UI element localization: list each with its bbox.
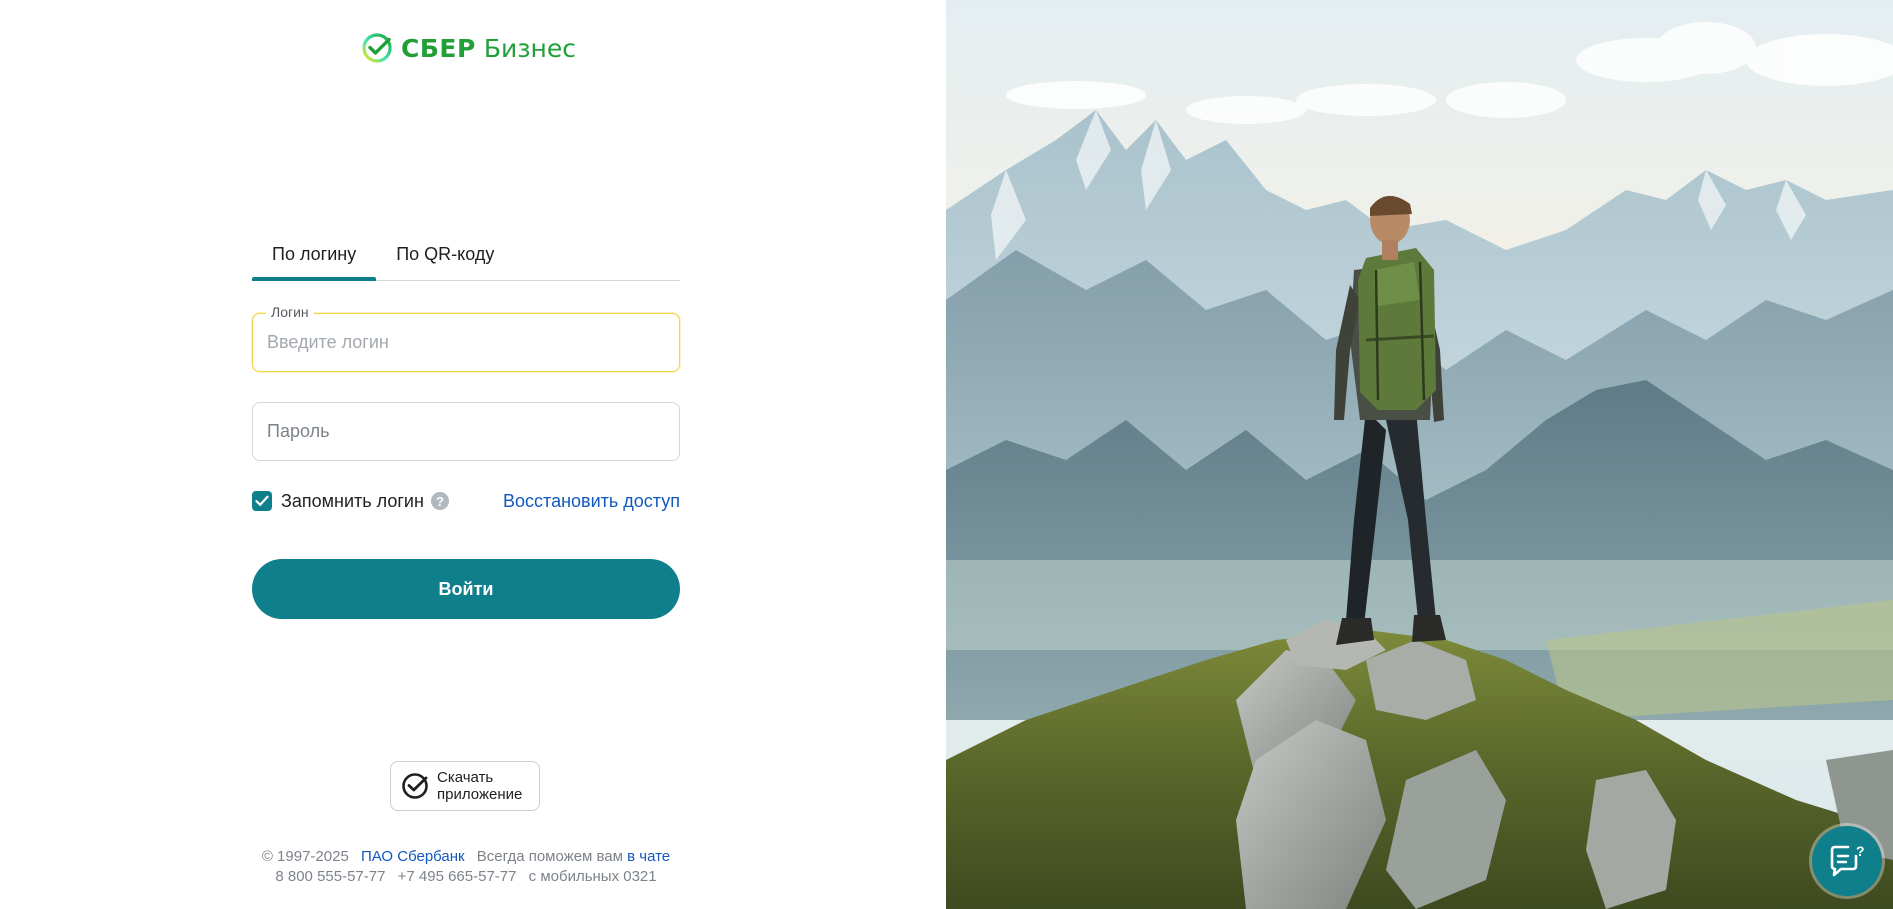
login-form: По логину По QR-коду Логин Запомнить лог… bbox=[252, 232, 680, 619]
download-app-line2: приложение bbox=[437, 786, 523, 803]
copyright: © 1997-2025 bbox=[261, 848, 349, 865]
login-field-wrap: Логин bbox=[252, 304, 680, 372]
company-link[interactable]: ПАО Сбербанк bbox=[361, 848, 465, 865]
download-app-line1: Скачать bbox=[437, 769, 494, 786]
footer-line-2: 8 800 555-57-77 +7 495 665-57-77 с мобил… bbox=[0, 868, 932, 885]
password-field-wrap bbox=[252, 402, 680, 461]
svg-text:?: ? bbox=[1856, 844, 1865, 859]
logo-product-name: Бизнес bbox=[483, 33, 576, 63]
phone-mobile: с мобильных 0321 bbox=[528, 868, 657, 885]
logo-brand-name: СБЕР bbox=[401, 33, 476, 63]
login-field-label: Логин bbox=[266, 304, 314, 320]
sber-business-logo[interactable]: СБЕР Бизнес bbox=[361, 30, 576, 66]
download-app-text: Скачать приложение bbox=[437, 769, 522, 803]
phone-primary: 8 800 555-57-77 bbox=[275, 868, 386, 885]
mountain-hiker-illustration bbox=[946, 0, 1893, 909]
chat-link[interactable]: в чате bbox=[627, 848, 670, 865]
login-input[interactable] bbox=[252, 313, 680, 372]
sber-logo-icon bbox=[362, 33, 392, 63]
password-input[interactable] bbox=[252, 402, 680, 461]
help-text: Всегда поможем вам bbox=[476, 848, 623, 865]
help-icon[interactable]: ? bbox=[430, 492, 449, 510]
footer-line-1: © 1997-2025 ПАО Сбербанк Всегда поможем … bbox=[0, 848, 932, 865]
remember-checkbox[interactable] bbox=[252, 491, 272, 511]
phone-secondary: +7 495 665-57-77 bbox=[397, 868, 517, 885]
login-button[interactable]: Войти bbox=[252, 559, 680, 619]
chat-help-icon: ? bbox=[1830, 844, 1865, 877]
hero-image bbox=[946, 0, 1893, 909]
tab-by-qr[interactable]: По QR-коду bbox=[376, 232, 514, 280]
checkmark-icon bbox=[255, 495, 269, 506]
remember-login: Запомнить логин ? bbox=[252, 491, 449, 512]
auth-tabs: По логину По QR-коду bbox=[252, 232, 680, 281]
download-app-button[interactable]: Скачать приложение bbox=[390, 761, 540, 811]
restore-access-link[interactable]: Восстановить доступ bbox=[503, 491, 680, 512]
remember-label: Запомнить логин bbox=[281, 490, 424, 511]
options-row: Запомнить логин ? Восстановить доступ bbox=[252, 489, 680, 513]
login-panel: СБЕР Бизнес По логину По QR-коду Логин З… bbox=[0, 0, 946, 909]
tab-by-login[interactable]: По логину bbox=[252, 232, 377, 281]
chat-help-button[interactable]: ? bbox=[1812, 826, 1882, 896]
sber-check-icon bbox=[402, 773, 428, 799]
